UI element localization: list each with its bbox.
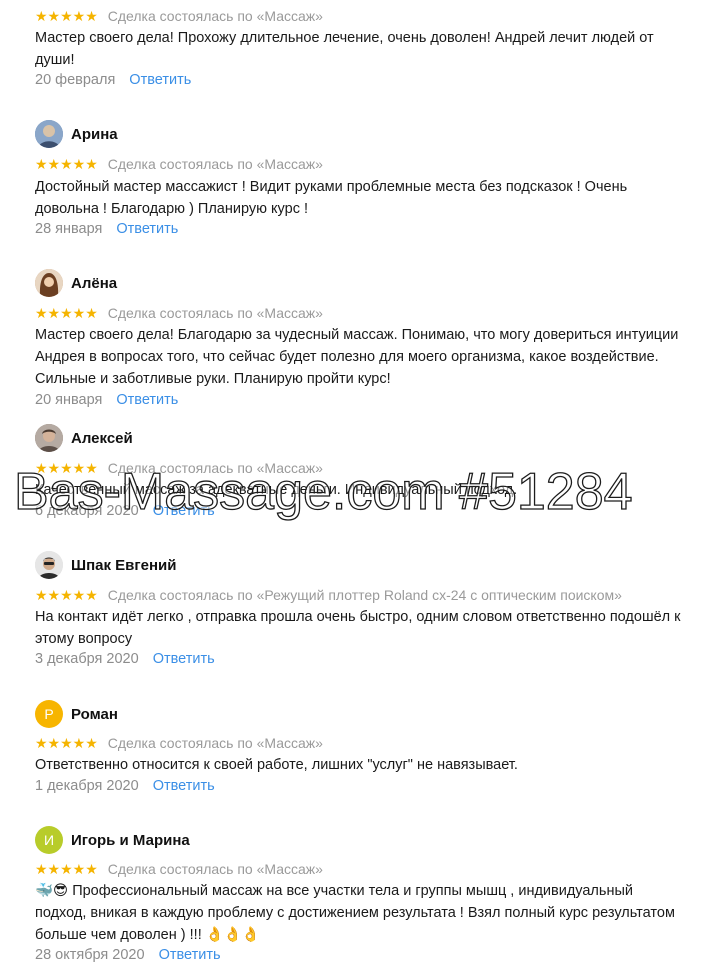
review-footer: 6 декабря 2020 Ответить bbox=[35, 501, 215, 521]
author-name[interactable]: Алексей bbox=[71, 430, 133, 447]
review-text: Ответственно относится к своей работе, л… bbox=[35, 757, 518, 773]
review-date: 20 февраля bbox=[35, 72, 116, 88]
review-author: Р Роман bbox=[35, 699, 118, 729]
review-footer: 1 декабря 2020 Ответить bbox=[35, 776, 215, 796]
user-photo-icon bbox=[35, 120, 63, 148]
review-footer: 20 января Ответить bbox=[35, 390, 178, 410]
review-text: 🐳😎 Профессиональный массаж на все участк… bbox=[35, 883, 675, 943]
rating-stars: ★★★★★ bbox=[35, 734, 98, 751]
review-meta: ★★★★★ Сделка состоялась по «Массаж» bbox=[35, 304, 323, 322]
reply-link[interactable]: Ответить bbox=[129, 72, 191, 88]
review-date: 28 октября 2020 bbox=[35, 947, 145, 963]
review-author: Арина bbox=[35, 119, 118, 149]
reply-link[interactable]: Ответить bbox=[159, 947, 221, 963]
review-footer: 28 октября 2020 Ответить bbox=[35, 945, 221, 965]
review-date: 28 января bbox=[35, 221, 103, 237]
deal-info: Сделка состоялась по «Режущий плоттер Ro… bbox=[107, 587, 622, 603]
deal-info: Сделка состоялась по «Массаж» bbox=[107, 735, 323, 751]
review-author: Алексей bbox=[35, 423, 133, 453]
review-date: 20 января bbox=[35, 392, 103, 408]
deal-info: Сделка состоялась по «Массаж» bbox=[107, 8, 323, 24]
rating-stars: ★★★★★ bbox=[35, 459, 98, 476]
reply-link[interactable]: Ответить bbox=[153, 778, 215, 794]
rating-stars: ★★★★★ bbox=[35, 7, 98, 24]
reply-link[interactable]: Ответить bbox=[116, 392, 178, 408]
avatar[interactable] bbox=[35, 120, 63, 148]
author-name[interactable]: Игорь и Марина bbox=[71, 832, 190, 849]
review-date: 3 декабря 2020 bbox=[35, 651, 139, 667]
review-text: Мастер своего дела! Прохожу длительное л… bbox=[35, 30, 654, 68]
avatar[interactable]: И bbox=[35, 826, 63, 854]
review-author: Алёна bbox=[35, 268, 117, 298]
user-photo-icon bbox=[35, 269, 63, 297]
avatar[interactable] bbox=[35, 551, 63, 579]
author-name[interactable]: Алёна bbox=[71, 275, 117, 292]
review-meta: ★★★★★ Сделка состоялась по «Массаж» bbox=[35, 7, 323, 25]
review-author: И Игорь и Марина bbox=[35, 825, 190, 855]
review-meta: ★★★★★ Сделка состоялась по «Массаж» bbox=[35, 459, 323, 477]
reply-link[interactable]: Ответить bbox=[153, 651, 215, 667]
avatar[interactable]: Р bbox=[35, 700, 63, 728]
author-name[interactable]: Арина bbox=[71, 126, 118, 143]
review-date: 6 декабря 2020 bbox=[35, 503, 139, 519]
user-photo-icon bbox=[35, 551, 63, 579]
rating-stars: ★★★★★ bbox=[35, 860, 98, 877]
review-text: На контакт идёт легко , отправка прошла … bbox=[35, 609, 681, 647]
author-name[interactable]: Роман bbox=[71, 706, 118, 723]
avatar-letter: Р bbox=[44, 706, 54, 722]
deal-info: Сделка состоялась по «Массаж» bbox=[107, 156, 323, 172]
reply-link[interactable]: Ответить bbox=[153, 503, 215, 519]
author-name[interactable]: Шпак Евгений bbox=[71, 557, 176, 574]
deal-info: Сделка состоялась по «Массаж» bbox=[107, 460, 323, 476]
deal-info: Сделка состоялась по «Массаж» bbox=[107, 861, 323, 877]
review-meta: ★★★★★ Сделка состоялась по «Режущий плот… bbox=[35, 586, 622, 604]
review-author: Шпак Евгений bbox=[35, 550, 176, 580]
review-footer: 20 февраля Ответить bbox=[35, 70, 191, 90]
review-meta: ★★★★★ Сделка состоялась по «Массаж» bbox=[35, 155, 323, 173]
review-meta: ★★★★★ Сделка состоялась по «Массаж» bbox=[35, 860, 323, 878]
avatar[interactable] bbox=[35, 269, 63, 297]
reply-link[interactable]: Ответить bbox=[116, 221, 178, 237]
rating-stars: ★★★★★ bbox=[35, 586, 98, 603]
review-date: 1 декабря 2020 bbox=[35, 778, 139, 794]
review-meta: ★★★★★ Сделка состоялась по «Массаж» bbox=[35, 734, 323, 752]
rating-stars: ★★★★★ bbox=[35, 155, 98, 172]
review-footer: 3 декабря 2020 Ответить bbox=[35, 649, 215, 669]
rating-stars: ★★★★★ bbox=[35, 304, 98, 321]
user-photo-icon bbox=[35, 424, 63, 452]
review-text: Мастер своего дела! Благодарю за чудесны… bbox=[35, 327, 679, 387]
review-text: Достойный мастер массажист ! Видит рукам… bbox=[35, 179, 628, 217]
deal-info: Сделка состоялась по «Массаж» bbox=[107, 305, 323, 321]
avatar[interactable] bbox=[35, 424, 63, 452]
review-footer: 28 января Ответить bbox=[35, 219, 178, 239]
review-text: Качественный массаж за адекватные деньги… bbox=[35, 482, 518, 498]
avatar-letter: И bbox=[43, 832, 55, 848]
